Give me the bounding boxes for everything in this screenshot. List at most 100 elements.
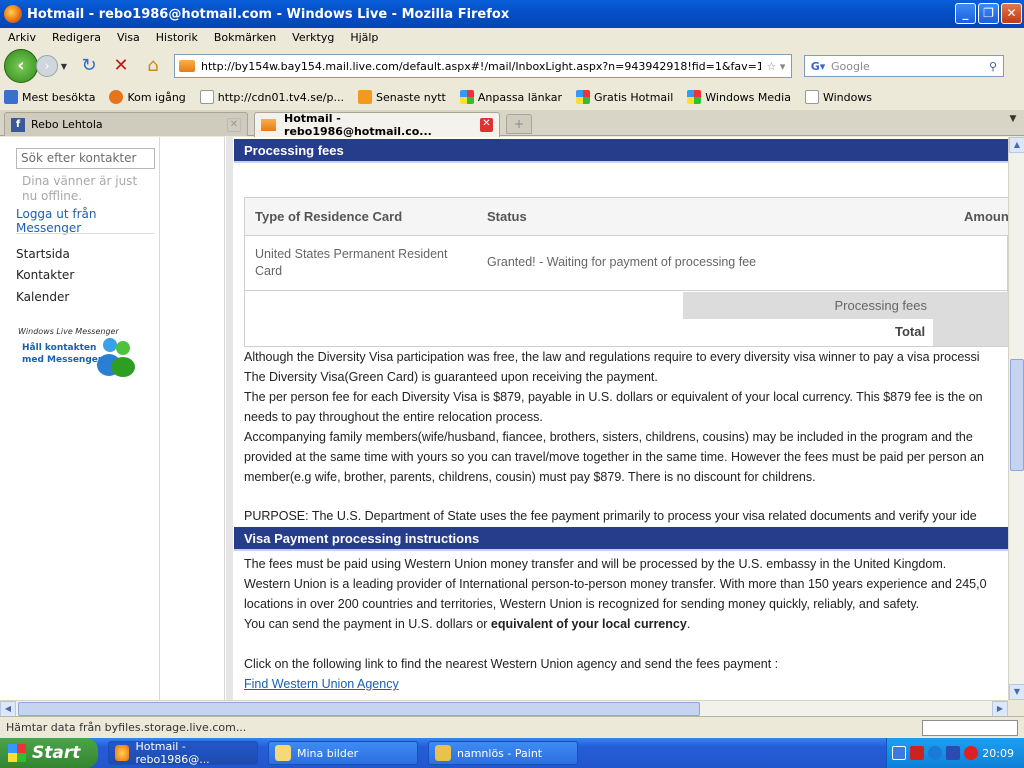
table-cell: Granted! - Waiting for payment of proces… <box>487 255 757 269</box>
tab-hotmail[interactable]: Hotmail - rebo1986@hotmail.co... ✕ <box>254 112 500 138</box>
start-button[interactable]: Start <box>0 738 98 768</box>
scroll-down-icon[interactable]: ▼ <box>1009 684 1024 700</box>
url-text[interactable]: http://by154w.bay154.mail.live.com/defau… <box>201 60 761 73</box>
bookmark-item[interactable]: http://cdn01.tv4.se/p... <box>196 90 344 104</box>
messenger-ad[interactable]: Windows Live Messenger Håll kontakten me… <box>18 327 136 381</box>
menu-arkiv[interactable]: Arkiv <box>0 31 44 44</box>
table-header: Type of Residence Card Status Amoun <box>245 198 1008 236</box>
window-title: Hotmail - rebo1986@hotmail.com - Windows… <box>27 6 510 22</box>
windows-flag-icon <box>459 90 474 104</box>
forward-arrow-icon[interactable]: › <box>36 55 58 77</box>
messenger-logout-link[interactable]: Logga ut från Messenger <box>16 207 159 235</box>
text-line: member(e.g wife, brother, parents, child… <box>244 470 816 484</box>
menu-verktyg[interactable]: Verktyg <box>284 31 342 44</box>
bold-text: equivalent of your local currency <box>490 617 687 631</box>
tab-bar: f Rebo Lehtola ✕ Hotmail - rebo1986@hotm… <box>0 110 1024 138</box>
security-icon[interactable] <box>964 746 979 760</box>
bookmark-item[interactable]: Anpassa länkar <box>456 90 562 104</box>
progress-box <box>922 720 1018 736</box>
bookmark-item[interactable]: Windows <box>801 90 872 104</box>
instructions-paragraph: The fees must be paid using Western Unio… <box>244 554 1008 694</box>
column-header: Type of Residence Card <box>255 209 403 224</box>
menu-bokmarken[interactable]: Bokmärken <box>206 31 284 44</box>
tab-close-icon[interactable]: ✕ <box>227 117 241 132</box>
tray-arrow-icon[interactable] <box>892 746 907 760</box>
folder-icon <box>275 745 291 761</box>
horizontal-scrollbar[interactable]: ◀ ▶ <box>0 700 1008 717</box>
network-icon[interactable] <box>928 746 943 760</box>
maximize-button[interactable]: ❐ <box>978 3 999 24</box>
processing-fees-label: Processing fees <box>834 298 928 313</box>
new-tab-button[interactable]: + <box>506 114 532 134</box>
bookmark-item[interactable]: Windows Media <box>683 90 791 104</box>
taskbar-item-firefox[interactable]: Hotmail - rebo1986@... <box>108 740 258 766</box>
vertical-scrollbar[interactable]: ▲ ▼ <box>1008 137 1024 700</box>
stop-icon[interactable]: ✕ <box>108 53 134 79</box>
menu-redigera[interactable]: Redigera <box>44 31 109 44</box>
menu-hjalp[interactable]: Hjälp <box>342 31 386 44</box>
sidebar-link-kontakter[interactable]: Kontakter <box>16 268 74 282</box>
menu-historik[interactable]: Historik <box>148 31 206 44</box>
bookmark-item[interactable]: Kom igång <box>105 90 186 104</box>
scroll-thumb[interactable] <box>1010 359 1024 471</box>
search-icon[interactable]: ⚲ <box>983 60 1003 73</box>
page-icon <box>199 90 214 104</box>
scroll-up-icon[interactable]: ▲ <box>1009 137 1024 153</box>
acrobat-icon[interactable] <box>910 746 925 760</box>
firefox-icon <box>4 5 22 23</box>
text-span: You can send the payment in U.S. dollars… <box>244 617 491 631</box>
google-icon[interactable]: G▾ <box>805 60 831 73</box>
search-box[interactable]: G▾ Google ⚲ <box>804 55 1004 77</box>
minimize-button[interactable]: _ <box>955 3 976 24</box>
navigation-toolbar: ‹ › ▼ ↻ ✕ ⌂ http://by154w.bay154.mail.li… <box>0 46 1024 86</box>
history-dropdown-icon[interactable]: ▼ <box>58 62 70 71</box>
facebook-icon: f <box>11 117 25 132</box>
text-line: needs to pay throughout the entire reloc… <box>244 410 543 424</box>
bookmark-item[interactable]: Mest besökta <box>0 90 95 104</box>
status-bar: Hämtar data från byfiles.storage.live.co… <box>0 716 1024 738</box>
firefox-icon <box>109 90 124 104</box>
column-header: Status <box>487 209 527 224</box>
home-icon[interactable]: ⌂ <box>140 53 166 79</box>
bookmarks-toolbar: Mest besökta Kom igång http://cdn01.tv4.… <box>0 86 1024 108</box>
reload-icon[interactable]: ↻ <box>76 53 102 79</box>
sidebar-link-startsida[interactable]: Startsida <box>16 247 70 261</box>
messenger-sidebar: Sök efter kontakter Dina vänner är just … <box>0 137 160 700</box>
western-union-link[interactable]: Find Western Union Agency <box>244 677 399 691</box>
clock: 20:09 <box>982 746 1014 760</box>
text-line: Although the Diversity Visa participatio… <box>244 350 980 364</box>
search-input[interactable]: Google <box>831 60 983 73</box>
offline-text: Dina vänner är just nu offline. <box>22 174 138 203</box>
text-line: Click on the following link to find the … <box>244 657 779 671</box>
taskbar-item-paint[interactable]: namnlös - Paint <box>428 741 578 765</box>
email-body: Processing fees Type of Residence Card S… <box>234 137 1008 700</box>
close-button[interactable]: ✕ <box>1001 3 1022 24</box>
taskbar-item-mina-bilder[interactable]: Mina bilder <box>268 741 418 765</box>
bookmark-item[interactable]: Gratis Hotmail <box>572 90 673 104</box>
bookmark-star-icon[interactable]: ☆ ▾ <box>761 60 791 73</box>
menu-visa[interactable]: Visa <box>109 31 148 44</box>
status-text: Hämtar data från byfiles.storage.live.co… <box>6 721 247 734</box>
firefox-icon <box>115 745 130 761</box>
scroll-left-icon[interactable]: ◀ <box>0 701 16 717</box>
messenger-tray-icon[interactable] <box>946 746 961 760</box>
contact-search-input[interactable]: Sök efter kontakter <box>16 148 155 169</box>
tab-close-icon[interactable]: ✕ <box>479 118 493 132</box>
system-tray: 20:09 <box>886 738 1024 768</box>
scroll-thumb[interactable] <box>18 702 700 716</box>
bookmark-item[interactable]: Senaste nytt <box>354 90 446 104</box>
tab-list-icon[interactable]: ▼ <box>1004 114 1022 134</box>
page-content: Sök efter kontakter Dina vänner är just … <box>0 137 1008 700</box>
sidebar-link-kalender[interactable]: Kalender <box>16 290 69 304</box>
back-arrow-icon[interactable]: ‹ <box>4 49 38 83</box>
scroll-right-icon[interactable]: ▶ <box>992 701 1008 717</box>
total-label: Total <box>895 324 926 339</box>
sidebar-gap <box>161 137 225 700</box>
tab-rebo-lehtola[interactable]: f Rebo Lehtola ✕ <box>4 112 248 136</box>
paint-icon <box>435 745 451 761</box>
column-header: Amoun <box>964 209 1008 224</box>
text-line: locations in over 200 countries and terr… <box>244 597 920 611</box>
messenger-buddies-icon <box>97 338 135 377</box>
address-bar[interactable]: http://by154w.bay154.mail.live.com/defau… <box>174 54 792 78</box>
